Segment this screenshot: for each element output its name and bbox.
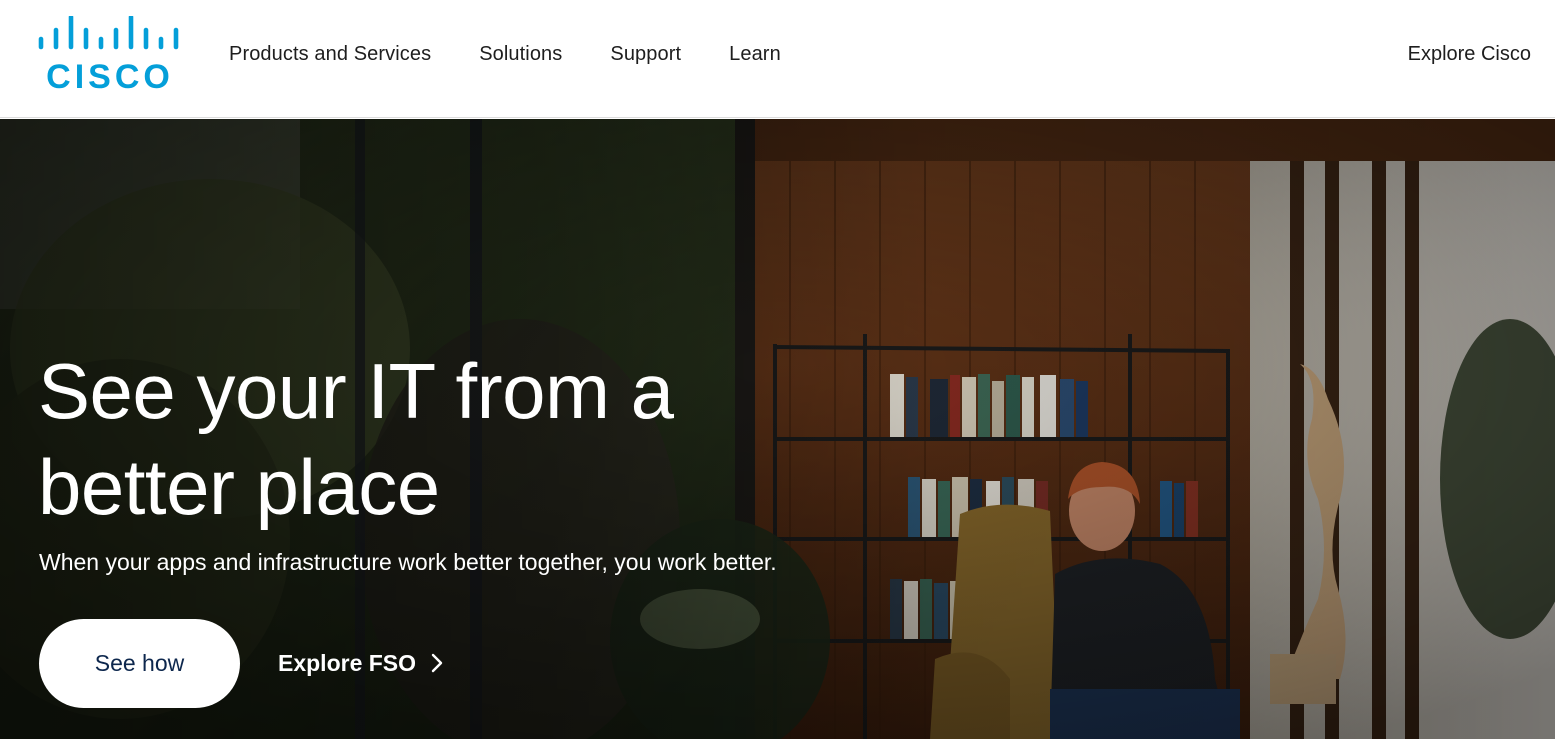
- nav-solutions[interactable]: Solutions: [479, 40, 562, 68]
- chevron-right-icon: [431, 653, 443, 673]
- hero-subheadline: When your apps and infrastructure work b…: [39, 549, 777, 575]
- cisco-logo[interactable]: CISCO: [38, 16, 184, 94]
- primary-nav: Products and Services Solutions Support …: [229, 40, 781, 68]
- explore-fso-label: Explore FSO: [278, 650, 417, 676]
- cisco-logo-icon: CISCO: [38, 16, 179, 94]
- hero-banner: See your IT from a better place When you…: [0, 119, 1555, 739]
- hero-headline: See your IT from a better place: [38, 347, 674, 531]
- nav-learn[interactable]: Learn: [729, 40, 781, 68]
- explore-cisco-link[interactable]: Explore Cisco: [1408, 40, 1531, 68]
- explore-fso-link[interactable]: Explore FSO: [278, 649, 448, 677]
- see-how-button[interactable]: See how: [39, 619, 240, 708]
- nav-support[interactable]: Support: [610, 40, 681, 68]
- svg-text:CISCO: CISCO: [46, 58, 174, 94]
- site-header: CISCO Products and Services Solutions Su…: [0, 0, 1555, 118]
- nav-products-and-services[interactable]: Products and Services: [229, 40, 431, 68]
